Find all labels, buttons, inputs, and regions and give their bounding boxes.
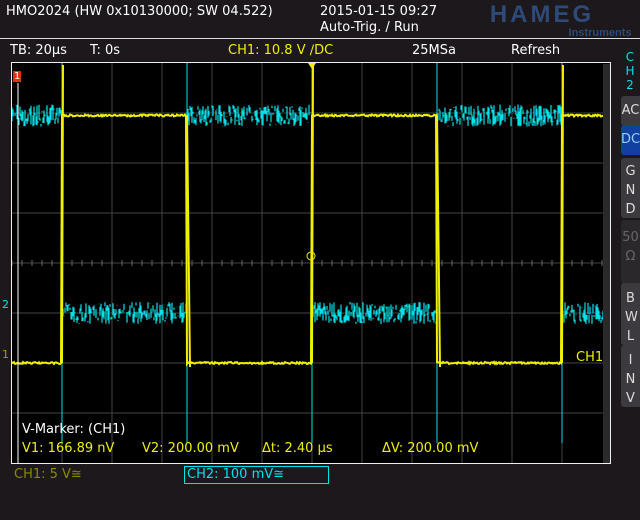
ch1-rising-edge [311, 64, 314, 364]
trigger-position-arrow-icon [308, 63, 316, 69]
trigger-state: Auto-Trig. / Run [320, 20, 419, 35]
ch1-trace-label: CH1 [576, 350, 604, 365]
label: GND [625, 164, 636, 217]
ch2-ground-marker[interactable]: 2 [2, 298, 9, 311]
label: AC [621, 103, 640, 118]
scrollbar[interactable] [603, 64, 610, 463]
side-menu-channel: CH2 [625, 50, 635, 92]
acquisition-mode[interactable]: Refresh [511, 43, 560, 58]
oscilloscope-screen: HMO2024 (HW 0x10130000; SW 04.522) 2015-… [0, 0, 640, 520]
ch1-rising-edge [61, 64, 64, 364]
ch1-scale[interactable]: CH1: 5 V≅ [14, 467, 82, 482]
ch2-scale: CH2: 100 mV≅ [187, 467, 285, 482]
divider [0, 38, 640, 39]
ch2-scale-box[interactable]: CH2: 100 mV≅ [184, 466, 329, 484]
ch1-trace [12, 112, 610, 367]
label: INV [625, 353, 636, 406]
model-info: HMO2024 (HW 0x10130000; SW 04.522) [6, 4, 273, 19]
marker-title: V-Marker: (CH1) [22, 422, 126, 437]
ch1-trigger-level[interactable]: CH1: 10.8 V ∕DC [228, 43, 333, 58]
coupling-gnd-button[interactable]: GND [621, 158, 640, 218]
hameg-logo: HAMEG Instruments [490, 2, 632, 38]
label: 50Ω [622, 230, 639, 264]
waveform-canvas [12, 63, 610, 463]
datetime: 2015-01-15 09:27 [320, 4, 438, 19]
bandwidth-limit-button[interactable]: BWL [621, 283, 640, 345]
ch1-rising-edge [561, 64, 564, 364]
label: BWL [625, 291, 638, 344]
coupling-dc-button[interactable]: DC [621, 125, 640, 155]
ch1-ground-marker[interactable]: 1 [2, 348, 9, 361]
marker-delta-t: Δt: 2.40 µs [262, 441, 333, 456]
marker-v2: V2: 200.00 mV [142, 441, 239, 456]
sample-rate: 25MSa [412, 43, 456, 58]
trigger-position-marker[interactable]: 1 [13, 71, 22, 82]
coupling-ac-button[interactable]: AC [621, 96, 640, 126]
marker-delta-v: ΔV: 200.00 mV [382, 441, 479, 456]
timebase[interactable]: TB: 20µs [10, 43, 67, 58]
label: DC [621, 132, 640, 147]
svg-text:HAMEG: HAMEG [490, 2, 594, 28]
invert-button[interactable]: INV [621, 345, 640, 407]
termination-50ohm-button[interactable]: 50Ω [621, 220, 640, 284]
marker-v1: V1: 166.89 nV [22, 441, 115, 456]
svg-text:Instruments: Instruments [569, 27, 632, 38]
trigger-time[interactable]: T: 0s [90, 43, 120, 58]
